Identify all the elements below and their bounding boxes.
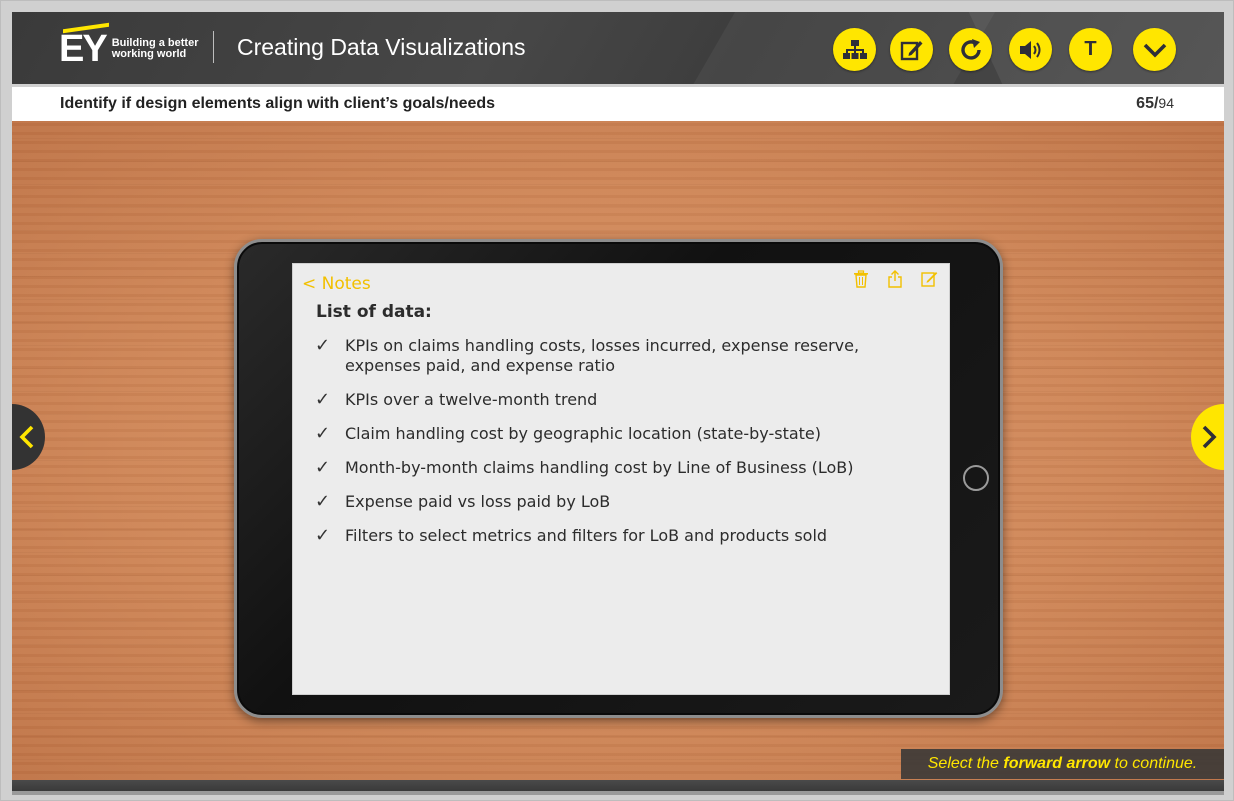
- check-icon: ✓: [315, 423, 331, 444]
- slide-stage: < Notes List of data: ✓ KPIs on claims h…: [12, 121, 1224, 783]
- tablet-home-button: [963, 465, 989, 491]
- logo-tagline-line-2: working world: [111, 48, 187, 60]
- transcript-icon: T: [1084, 38, 1097, 60]
- ey-logo: EY Building a better working world: [59, 29, 198, 69]
- audio-button[interactable]: [1009, 28, 1052, 71]
- list-item: ✓ Month-by-month claims handling cost by…: [315, 458, 915, 478]
- slide-title-bar: Identify if design elements align with c…: [12, 87, 1224, 121]
- page-counter: 65/94: [1136, 95, 1174, 113]
- list-item: ✓ Expense paid vs loss paid by LoB: [315, 492, 915, 512]
- progress-bar: [12, 780, 1224, 791]
- list-item-text: Filters to select metrics and filters fo…: [345, 526, 828, 545]
- notes-back-link: < Notes: [302, 274, 371, 294]
- replay-button[interactable]: [949, 28, 992, 71]
- check-icon: ✓: [315, 491, 331, 512]
- chevron-right-icon: [1202, 425, 1217, 449]
- speaker-icon: [1019, 40, 1040, 59]
- slide-title: Identify if design elements align with c…: [60, 95, 496, 112]
- check-icon: ✓: [315, 457, 331, 478]
- notes-button[interactable]: [890, 28, 933, 71]
- list-item: ✓ Filters to select metrics and filters …: [315, 526, 915, 546]
- header-bar: EY Building a better working world Creat…: [12, 12, 1224, 84]
- list-item: ✓ Claim handling cost by geographic loca…: [315, 424, 915, 444]
- page-current: 65: [1136, 95, 1154, 112]
- edit-icon: [900, 40, 922, 60]
- bottom-border: [12, 791, 1224, 795]
- list-item: ✓ KPIs on claims handling costs, losses …: [315, 336, 915, 376]
- sitemap-icon: [842, 39, 867, 59]
- instruction-banner: Select the forward arrow to continue.: [901, 749, 1224, 779]
- page-total: 94: [1158, 95, 1174, 111]
- instruction-suffix: to continue.: [1114, 755, 1198, 772]
- check-icon: ✓: [315, 389, 331, 410]
- notes-list: ✓ KPIs on claims handling costs, losses …: [315, 336, 915, 560]
- chevron-down-icon: [1143, 43, 1166, 58]
- expand-button[interactable]: [1133, 28, 1176, 71]
- list-item-text: Expense paid vs loss paid by LoB: [345, 492, 611, 511]
- notes-screen: < Notes List of data: ✓ KPIs on claims h…: [292, 263, 950, 695]
- check-icon: ✓: [315, 335, 331, 356]
- logo-brand: EY: [59, 28, 108, 70]
- trash-icon: [854, 270, 868, 288]
- chevron-left-icon: [19, 425, 34, 449]
- previous-slide-button[interactable]: [12, 404, 45, 470]
- list-item-text: KPIs over a twelve-month trend: [345, 390, 598, 409]
- notes-heading: List of data:: [316, 302, 432, 322]
- list-item-text: Claim handling cost by geographic locati…: [345, 424, 822, 443]
- compose-icon: [921, 272, 938, 287]
- logo-tagline: Building a better working world: [112, 38, 199, 60]
- instruction-prefix: Select the: [927, 755, 999, 772]
- replay-icon: [960, 38, 981, 60]
- share-icon: [888, 270, 902, 288]
- check-icon: ✓: [315, 525, 331, 546]
- list-item-text: Month-by-month claims handling cost by L…: [345, 458, 854, 477]
- course-player: EY Building a better working world Creat…: [0, 0, 1234, 801]
- transcript-button[interactable]: T: [1069, 28, 1112, 71]
- instruction-bold: forward arrow: [1003, 755, 1111, 772]
- list-item-text: KPIs on claims handling costs, losses in…: [345, 336, 860, 375]
- list-item: ✓ KPIs over a twelve-month trend: [315, 390, 915, 410]
- next-slide-button[interactable]: [1191, 404, 1224, 470]
- course-title: Creating Data Visualizations: [237, 34, 526, 60]
- tablet-device: < Notes List of data: ✓ KPIs on claims h…: [234, 239, 1003, 718]
- header-divider: [213, 31, 214, 63]
- menu-button[interactable]: [833, 28, 876, 71]
